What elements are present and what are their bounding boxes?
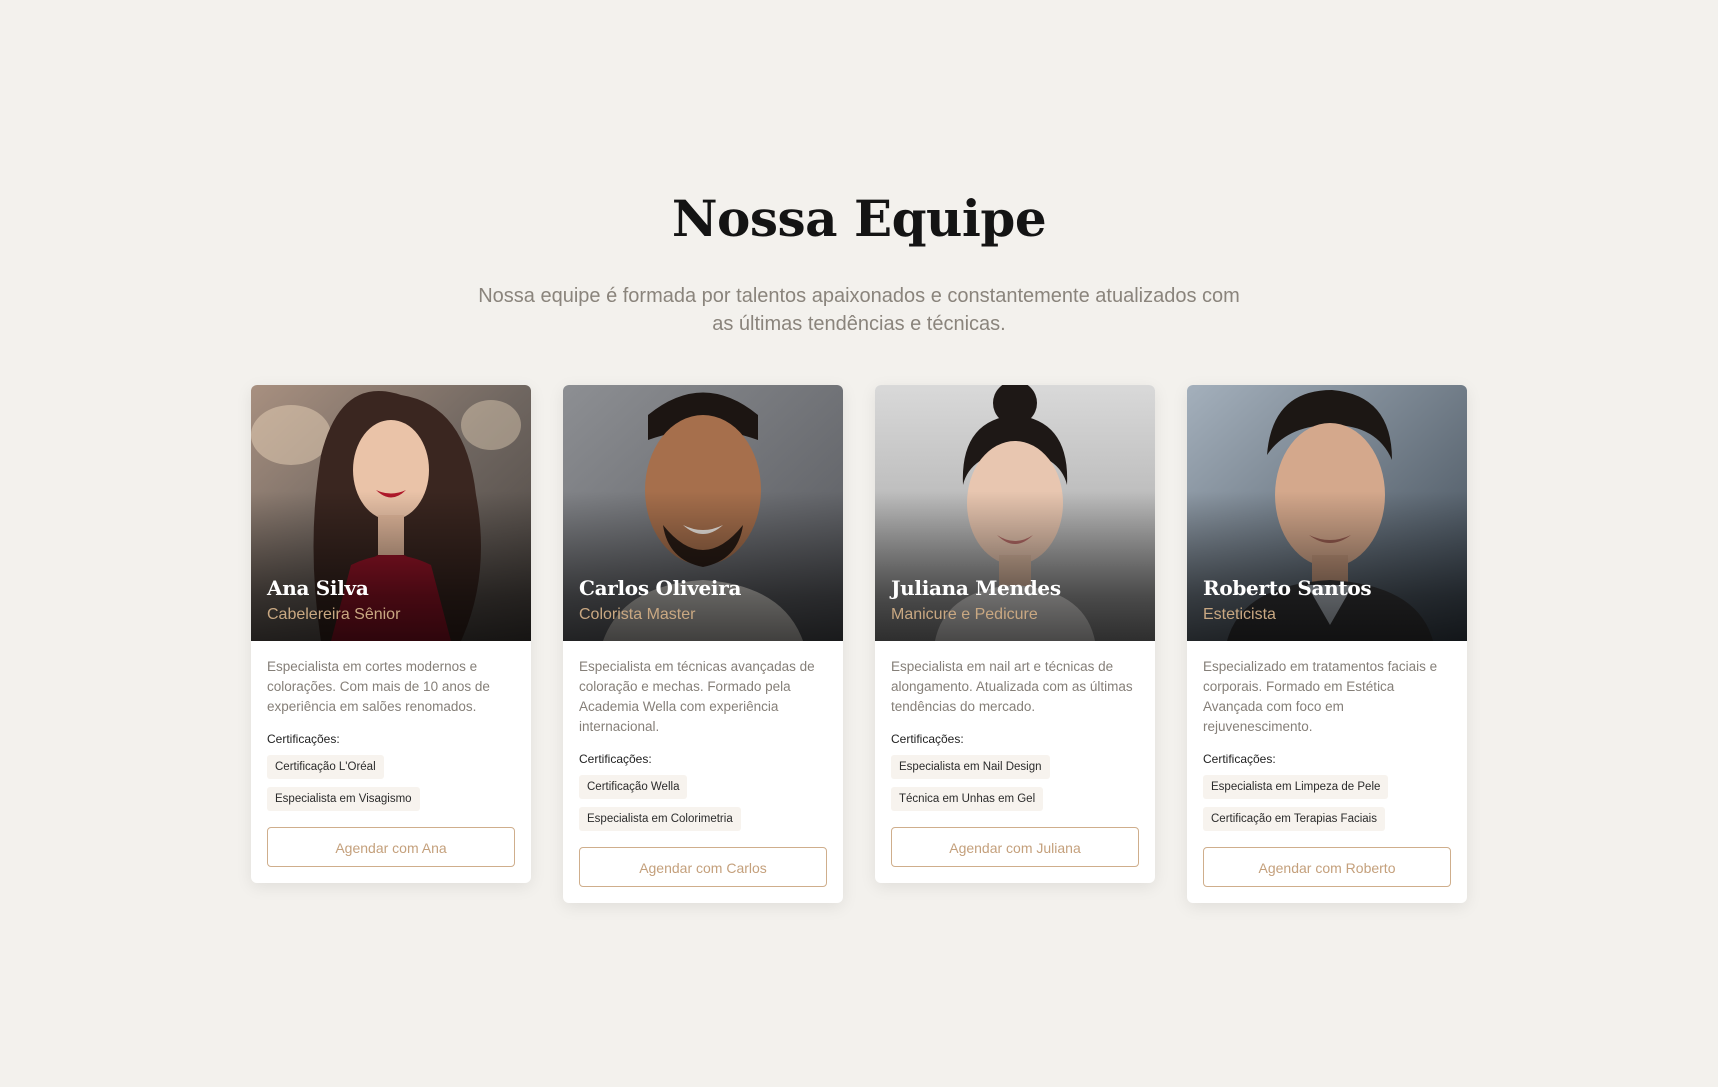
member-name: Carlos Oliveira xyxy=(579,576,742,600)
member-role: Manicure e Pedicure xyxy=(891,606,1038,623)
team-card-ana: Ana Silva Cabelereira Sênior Especialist… xyxy=(251,385,531,883)
section-title: Nossa Equipe xyxy=(671,189,1047,248)
schedule-button-juliana[interactable]: Agendar com Juliana xyxy=(891,827,1139,867)
member-name: Roberto Santos xyxy=(1203,576,1372,600)
team-photo: Juliana Mendes Manicure e Pedicure xyxy=(875,385,1155,641)
team-card-carlos: Carlos Oliveira Colorista Master Especia… xyxy=(563,385,843,903)
certification-tag: Especialista em Colorimetria xyxy=(579,807,741,831)
member-name: Ana Silva xyxy=(267,576,369,600)
schedule-button-ana[interactable]: Agendar com Ana xyxy=(267,827,515,867)
member-name: Juliana Mendes xyxy=(891,576,1061,600)
team-photo: Roberto Santos Esteticista xyxy=(1187,385,1467,641)
certification-tag: Especialista em Nail Design xyxy=(891,755,1050,779)
certification-tag: Especialista em Visagismo xyxy=(267,787,420,811)
certification-tag: Certificação em Terapias Faciais xyxy=(1203,807,1385,831)
team-photo: Ana Silva Cabelereira Sênior xyxy=(251,385,531,641)
certification-tag: Certificação L'Oréal xyxy=(267,755,384,779)
certifications-label: Certificações: xyxy=(891,732,964,746)
team-card-juliana: Juliana Mendes Manicure e Pedicure Espec… xyxy=(875,385,1155,883)
certification-tag: Especialista em Limpeza de Pele xyxy=(1203,775,1389,799)
certifications-label: Certificações: xyxy=(579,752,652,766)
schedule-button-carlos[interactable]: Agendar com Carlos xyxy=(579,847,827,887)
certifications-label: Certificações: xyxy=(267,732,340,746)
member-role: Esteticista xyxy=(1203,606,1276,623)
certification-tag: Técnica em Unhas em Gel xyxy=(891,787,1044,811)
team-card-roberto: Roberto Santos Esteticista Especializado… xyxy=(1187,385,1467,903)
certifications-label: Certificações: xyxy=(1203,752,1276,766)
schedule-button-roberto[interactable]: Agendar com Roberto xyxy=(1203,847,1451,887)
member-bio: Especialista em técnicas avançadas de co… xyxy=(579,659,815,734)
member-role: Colorista Master xyxy=(579,606,696,623)
team-cards: Ana Silva Cabelereira Sênior Especialist… xyxy=(251,385,1467,903)
section-subtitle: Nossa equipe é formada por talentos apai… xyxy=(478,285,1240,335)
certification-tag: Certificação Wella xyxy=(579,775,688,799)
member-bio: Especialista em nail art e técnicas de a… xyxy=(891,659,1133,714)
team-photo: Carlos Oliveira Colorista Master xyxy=(563,385,843,641)
member-role: Cabelereira Sênior xyxy=(267,606,401,623)
member-bio: Especialista em cortes modernos e colora… xyxy=(267,659,490,714)
team-section: Nossa Equipe Nossa equipe é formada por … xyxy=(0,0,1718,1087)
member-bio: Especializado em tratamentos faciais e c… xyxy=(1203,659,1438,734)
